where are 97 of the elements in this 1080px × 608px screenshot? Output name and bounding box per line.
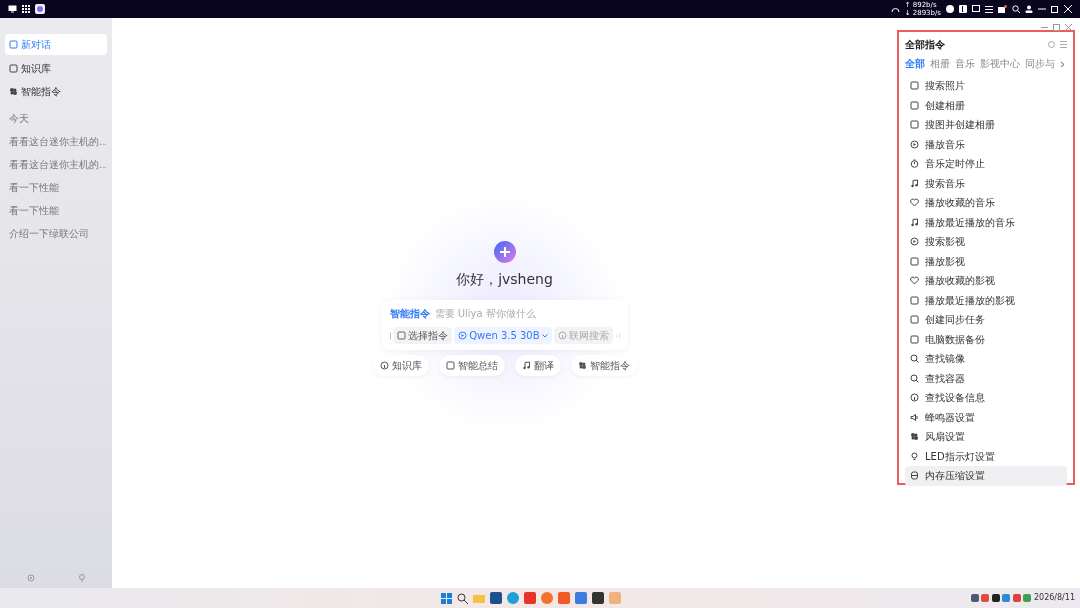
music-note-icon: [910, 178, 919, 188]
list-icon[interactable]: [985, 5, 993, 13]
app-icon[interactable]: [35, 4, 45, 14]
command-item[interactable]: 播放最近播放的音乐: [905, 212, 1067, 232]
browser-icon[interactable]: [541, 592, 553, 604]
command-item[interactable]: 搜索影视: [905, 232, 1067, 252]
panel-title: 全部指令: [905, 38, 945, 52]
history-item[interactable]: 看一下性能: [5, 176, 107, 199]
model-selector[interactable]: Qwen 3.5 30B: [454, 327, 552, 344]
search-icon[interactable]: [457, 592, 468, 604]
history-item[interactable]: 介绍一下绿联公司: [5, 222, 107, 245]
book-icon[interactable]: [959, 5, 967, 13]
circle-icon[interactable]: [946, 5, 954, 13]
app-icon[interactable]: [490, 592, 502, 604]
image-icon: [9, 63, 18, 73]
bulb-icon: [910, 451, 919, 461]
history-heading: 今天: [8, 112, 30, 126]
fan-icon: [577, 361, 587, 370]
command-item[interactable]: 音乐定时停止: [905, 154, 1067, 174]
image-icon: [396, 331, 406, 340]
play-icon: [910, 237, 919, 247]
command-item[interactable]: 播放最近播放的影视: [905, 290, 1067, 310]
command-item[interactable]: 电脑数据备份: [905, 329, 1067, 349]
suggestion-chip[interactable]: 知识库: [372, 355, 429, 376]
settings-icon[interactable]: [26, 574, 35, 582]
category-tab[interactable]: 相册: [930, 57, 950, 71]
sidebar-item[interactable]: 知识库: [5, 57, 107, 79]
history-item[interactable]: 看看这台迷你主机的…: [5, 153, 107, 176]
greeting: 你好，jvsheng: [456, 270, 553, 289]
search-icon[interactable]: [1012, 5, 1020, 13]
app-logo-icon: [492, 240, 517, 264]
category-tab[interactable]: 影视中心: [980, 57, 1020, 71]
fan-icon: [9, 87, 18, 96]
command-item[interactable]: 搜图并创建相册: [905, 115, 1067, 135]
music-note-icon: [910, 217, 919, 227]
category-tab[interactable]: 同步与: [1025, 57, 1055, 71]
command-item[interactable]: 蜂鸣器设置: [905, 407, 1067, 427]
command-item[interactable]: 播放音乐: [905, 134, 1067, 154]
music-note-icon: [521, 361, 531, 370]
image-icon: [9, 40, 18, 49]
clock-date[interactable]: 2026/8/11: [1033, 592, 1075, 604]
gauge-icon: [890, 5, 900, 13]
command-item[interactable]: LED指示灯设置: [905, 446, 1067, 466]
info-icon: [379, 361, 389, 370]
command-item[interactable]: 搜索照片: [905, 76, 1067, 96]
image-icon: [445, 361, 455, 370]
suggestion-chip[interactable]: 智能总结: [438, 355, 505, 376]
shield-icon[interactable]: [558, 592, 570, 604]
command-item[interactable]: 播放收藏的影视: [905, 271, 1067, 291]
browser-icon[interactable]: [507, 592, 519, 604]
command-item[interactable]: 查找容器: [905, 368, 1067, 388]
minimize-icon[interactable]: [1038, 5, 1046, 13]
command-tag: 智能指令: [389, 306, 430, 321]
sidebar-item[interactable]: 智能指令: [5, 81, 107, 102]
info-icon: [558, 331, 568, 340]
play-icon: [458, 331, 468, 340]
search-icon: [910, 373, 919, 383]
search-icon: [910, 354, 919, 364]
menu-icon[interactable]: [1060, 41, 1067, 48]
history-item[interactable]: 看一下性能: [5, 199, 107, 222]
settings-icon[interactable]: [1048, 41, 1055, 48]
play-icon: [910, 139, 919, 149]
user-icon[interactable]: [1025, 5, 1033, 13]
command-item[interactable]: 查找镜像: [905, 349, 1067, 369]
chevron-right-icon[interactable]: [1060, 60, 1065, 68]
bulb-icon[interactable]: [77, 574, 86, 582]
heart-icon: [910, 198, 919, 208]
command-item[interactable]: 播放收藏的音乐: [905, 193, 1067, 213]
history-item[interactable]: 看看这台迷你主机的…: [5, 130, 107, 153]
app-icon[interactable]: [592, 592, 604, 604]
image-icon: [910, 256, 919, 266]
command-item[interactable]: 搜索音乐: [905, 173, 1067, 193]
command-item[interactable]: 创建同步任务: [905, 310, 1067, 330]
command-item[interactable]: 查找设备信息: [905, 388, 1067, 408]
command-item[interactable]: 播放影视: [905, 251, 1067, 271]
storage-icon: [910, 471, 919, 481]
screen-icon[interactable]: [972, 5, 980, 13]
windows-icon[interactable]: [441, 592, 452, 604]
chevron-down-icon: [541, 333, 548, 338]
message-icon[interactable]: [998, 5, 1007, 13]
sidebar-item[interactable]: 新对话: [5, 34, 107, 55]
command-item[interactable]: 风扇设置: [905, 427, 1067, 447]
fan-icon: [910, 432, 919, 442]
monitor-icon[interactable]: [8, 5, 17, 13]
info-icon: [910, 393, 919, 403]
command-item[interactable]: 内存压缩设置: [905, 466, 1067, 486]
speaker-icon: [910, 412, 919, 422]
category-tab[interactable]: 全部: [905, 57, 925, 71]
command-item[interactable]: 创建相册: [905, 95, 1067, 115]
suggestion-chip[interactable]: 翻译: [514, 355, 561, 376]
timer-icon: [910, 159, 919, 169]
category-tab[interactable]: 音乐: [955, 57, 975, 71]
minimize-icon[interactable]: [1041, 24, 1048, 31]
heart-icon: [910, 276, 919, 286]
apps-grid-icon[interactable]: [22, 5, 30, 13]
suggestion-chip[interactable]: 智能指令: [570, 355, 637, 376]
select-command-button[interactable]: 选择指令: [392, 327, 452, 344]
